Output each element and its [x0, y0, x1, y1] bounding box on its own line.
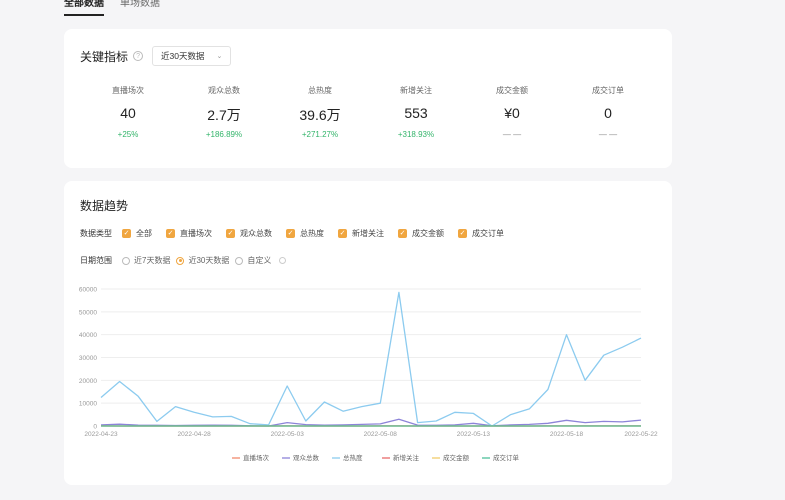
- data-trend-title: 数据趋势: [80, 199, 129, 213]
- kpi-label: 新增关注: [400, 86, 432, 95]
- radio-selected-icon: [176, 256, 185, 265]
- date-range-label: 日期范围: [80, 256, 112, 265]
- check-icon: ✓: [226, 229, 235, 238]
- tab-all-data[interactable]: 全部数据: [64, 0, 104, 16]
- check-icon: ✓: [338, 229, 347, 238]
- legend-label: 观众总数: [293, 453, 320, 462]
- key-metrics-header: 关键指标 ? 近30天数据 ⌄: [80, 46, 232, 66]
- checkbox-sales-amount[interactable]: ✓ 成交金额: [398, 228, 444, 239]
- kpi-change: — —: [502, 130, 522, 139]
- data-trend-card: 数据趋势 数据类型 ✓ 全部 ✓ 直播场次 ✓ 观众总数 ✓ 总热度 ✓ 新增关注 ✓ 成交…: [64, 181, 672, 485]
- info-icon[interactable]: [279, 257, 287, 264]
- checkbox-label: 总热度: [300, 229, 324, 238]
- checkbox-label: 直播场次: [180, 229, 212, 238]
- kpi-change: +318.93%: [397, 130, 435, 139]
- kpi-total-heat: 总热度 39.6万 +271.27%: [272, 85, 368, 141]
- y-tick-label: 0: [93, 424, 97, 431]
- kpi-label: 总热度: [308, 86, 332, 95]
- series-line: [100, 291, 642, 427]
- checkbox-total-heat[interactable]: ✓ 总热度: [286, 228, 324, 239]
- kpi-new-followers: 新增关注 553 +318.93%: [368, 85, 464, 141]
- check-icon: ✓: [398, 229, 407, 238]
- legend-label: 直播场次: [243, 453, 270, 462]
- kpi-label: 成交金额: [496, 86, 528, 95]
- radio-last-30-days[interactable]: 近30天数据: [176, 255, 229, 266]
- kpi-label: 直播场次: [112, 86, 144, 95]
- checkbox-total-viewers[interactable]: ✓ 观众总数: [226, 228, 272, 239]
- radio-label: 近30天数据: [188, 256, 230, 265]
- tab-single-session-data[interactable]: 单场数据: [120, 0, 160, 16]
- radio-label: 自定义: [247, 256, 272, 265]
- legend-label: 新增关注: [393, 453, 420, 462]
- checkbox-label: 全部: [136, 229, 152, 238]
- kpi-value: 40: [120, 105, 136, 121]
- checkbox-live-sessions[interactable]: ✓ 直播场次: [166, 228, 212, 239]
- legend-label: 成交订单: [493, 453, 520, 462]
- checkbox-new-followers[interactable]: ✓ 新增关注: [338, 228, 384, 239]
- kpi-total-viewers: 观众总数 2.7万 +186.89%: [176, 85, 272, 141]
- radio-label: 近7天数据: [134, 256, 171, 265]
- x-tick-label: 2022-04-28: [177, 431, 211, 438]
- data-tabs: 全部数据 单场数据: [64, 0, 160, 16]
- y-tick-label: 30000: [79, 355, 97, 362]
- kpi-value: 0: [604, 105, 612, 121]
- y-tick-label: 40000: [79, 332, 97, 339]
- check-icon: ✓: [166, 229, 175, 238]
- data-type-label: 数据类型: [80, 229, 112, 238]
- series-line: [100, 418, 642, 427]
- checkbox-all[interactable]: ✓ 全部: [122, 228, 152, 239]
- kpi-label: 成交订单: [592, 86, 624, 95]
- checkbox-orders[interactable]: ✓ 成交订单: [458, 228, 504, 239]
- x-tick-label: 2022-05-18: [550, 431, 584, 438]
- y-tick-label: 50000: [79, 309, 97, 316]
- radio-last-7-days[interactable]: 近7天数据: [122, 255, 170, 266]
- help-icon[interactable]: ?: [133, 51, 144, 61]
- kpi-orders: 成交订单 0 — —: [560, 85, 656, 141]
- date-range-select-value: 近30天数据: [161, 51, 205, 61]
- kpi-value: 553: [404, 105, 428, 121]
- check-icon: ✓: [122, 229, 131, 238]
- x-tick-label: 2022-05-22: [624, 431, 658, 438]
- y-tick-label: 60000: [79, 287, 97, 294]
- x-tick-label: 2022-05-13: [457, 431, 491, 438]
- x-tick-label: 2022-05-03: [271, 431, 305, 438]
- key-metrics-card: 关键指标 ? 近30天数据 ⌄ 直播场次 40 +25% 观众总数 2.7万 +…: [64, 29, 672, 168]
- x-tick-label: 2022-04-23: [84, 431, 118, 438]
- legend-label: 总热度: [343, 453, 363, 462]
- kpi-sales-amount: 成交金额 ¥0 — —: [464, 85, 560, 141]
- data-type-filter: 数据类型 ✓ 全部 ✓ 直播场次 ✓ 观众总数 ✓ 总热度 ✓ 新增关注 ✓ 成交金额 ✓ 成…: [80, 228, 518, 239]
- x-tick-label: 2022-05-08: [364, 431, 398, 438]
- key-metrics-title: 关键指标: [80, 49, 129, 64]
- checkbox-label: 成交金额: [412, 229, 444, 238]
- chevron-down-icon: ⌄: [216, 53, 223, 60]
- kpi-label: 观众总数: [208, 86, 240, 95]
- kpi-live-sessions: 直播场次 40 +25%: [80, 85, 176, 141]
- y-tick-label: 20000: [79, 378, 97, 385]
- date-range-select[interactable]: 近30天数据 ⌄: [152, 46, 232, 66]
- kpi-change: +186.89%: [205, 130, 243, 139]
- trend-line-chart[interactable]: 0 10000 20000 30000 40000 50000 60000 2022-04-2…: [64, 277, 672, 477]
- kpi-value: 39.6万: [299, 107, 341, 123]
- checkbox-label: 成交订单: [472, 229, 504, 238]
- date-range-filter: 日期范围 近7天数据 近30天数据 自定义: [80, 255, 287, 266]
- legend-label: 成交金额: [443, 453, 470, 462]
- radio-custom[interactable]: 自定义: [235, 255, 271, 266]
- kpi-value: ¥0: [504, 105, 520, 121]
- kpi-row: 直播场次 40 +25% 观众总数 2.7万 +186.89% 总热度 39.6…: [80, 85, 656, 141]
- y-tick-label: 10000: [79, 401, 97, 408]
- kpi-value: 2.7万: [207, 107, 241, 123]
- radio-icon: [235, 256, 244, 265]
- kpi-change: +271.27%: [301, 130, 339, 139]
- check-icon: ✓: [458, 229, 467, 238]
- checkbox-label: 新增关注: [352, 229, 384, 238]
- checkbox-label: 观众总数: [240, 229, 272, 238]
- radio-icon: [122, 256, 130, 265]
- kpi-change: — —: [598, 130, 618, 139]
- check-icon: ✓: [286, 229, 295, 238]
- kpi-change: +25%: [117, 130, 139, 139]
